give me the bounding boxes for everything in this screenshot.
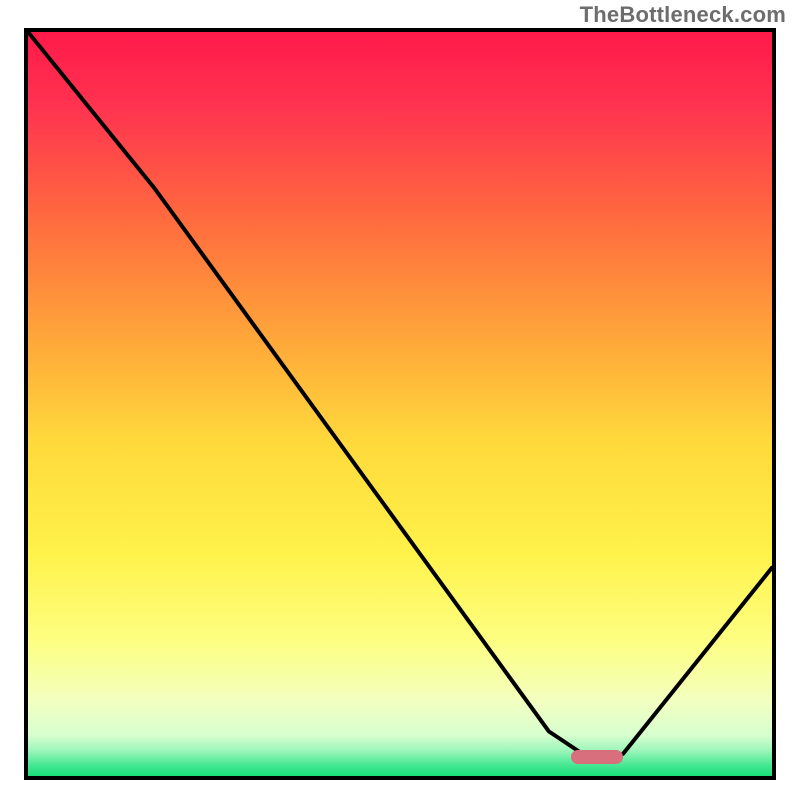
bottleneck-curve xyxy=(28,32,772,776)
optimal-marker xyxy=(571,750,623,764)
plot-area xyxy=(28,32,772,776)
chart-container: TheBottleneck.com xyxy=(0,0,800,800)
plot-frame xyxy=(24,28,776,780)
watermark-text: TheBottleneck.com xyxy=(580,2,786,28)
